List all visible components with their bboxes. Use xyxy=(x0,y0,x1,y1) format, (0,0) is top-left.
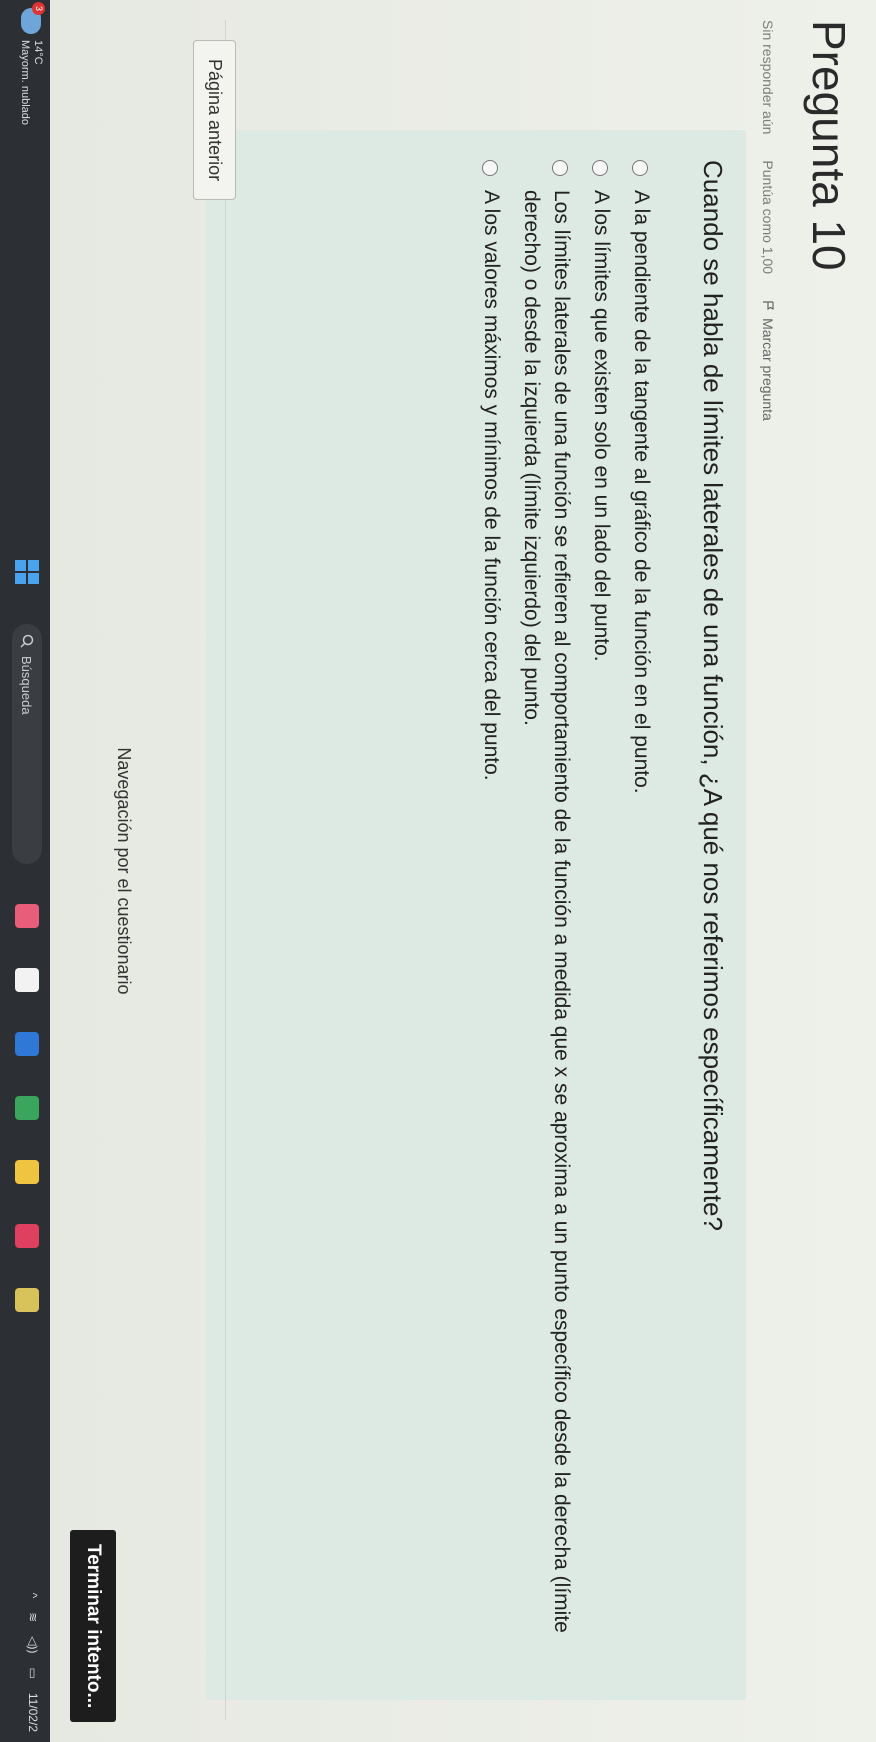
answer-option[interactable]: A la pendiente de la tangente al gráfico… xyxy=(626,160,656,1670)
file-explorer-icon[interactable] xyxy=(15,1160,39,1184)
app-icon[interactable] xyxy=(15,1032,39,1056)
weather-description: Mayorm. nublado xyxy=(19,40,31,125)
task-view-icon[interactable] xyxy=(15,968,39,992)
taskbar-search[interactable]: Búsqueda xyxy=(12,624,42,864)
answer-option-label: A los valores máximos y mínimos de la fu… xyxy=(480,190,503,781)
question-score: Puntúa como 1,00 xyxy=(760,160,776,275)
question-meta: Sin responder aún Puntúa como 1,00 Marca… xyxy=(760,20,776,421)
edge-icon[interactable] xyxy=(15,1096,39,1120)
flag-label: Marcar pregunta xyxy=(760,318,776,421)
flag-icon xyxy=(763,301,774,311)
radio-button[interactable] xyxy=(632,160,648,176)
windows-start-icon[interactable] xyxy=(15,560,39,584)
taskbar: 3 14°C Mayorm. nublado Búsqueda ^ ≋ ◁)) … xyxy=(0,0,50,1742)
search-placeholder: Búsqueda xyxy=(19,656,35,715)
notification-badge: 3 xyxy=(32,2,45,15)
flowers-widget-icon[interactable] xyxy=(15,904,39,928)
system-tray: ^ ≋ ◁)) ▭ 11/02/2 xyxy=(26,1593,40,1732)
search-icon xyxy=(20,634,34,648)
divider xyxy=(225,20,226,1720)
screen: Pregunta 10 Sin responder aún Puntúa com… xyxy=(0,0,876,1742)
flag-question-link[interactable]: Marcar pregunta xyxy=(760,300,776,421)
quiz-page: Pregunta 10 Sin responder aún Puntúa com… xyxy=(50,0,876,1742)
answer-option-label: A la pendiente de la tangente al gráfico… xyxy=(630,190,653,794)
radio-button[interactable] xyxy=(552,160,568,176)
answer-option[interactable]: Los límites laterales de una función se … xyxy=(516,160,576,1670)
cloud-icon: 3 xyxy=(21,2,45,34)
prev-page-button[interactable]: Página anterior xyxy=(193,40,236,201)
clock-date: 11/02/2 xyxy=(26,1692,40,1732)
weather-widget[interactable]: 3 14°C Mayorm. nublado xyxy=(18,2,45,125)
answer-option-label: Los límites laterales de una función se … xyxy=(520,190,573,1633)
app-icon[interactable] xyxy=(15,1224,39,1248)
question-box: Cuando se habla de límites laterales de … xyxy=(206,130,746,1700)
taskbar-apps: Búsqueda xyxy=(12,560,42,1312)
answer-options: A la pendiente de la tangente al gráfico… xyxy=(466,160,656,1670)
photo-frame: Pregunta 10 Sin responder aún Puntúa com… xyxy=(0,0,876,1742)
wifi-icon[interactable]: ≋ xyxy=(26,1612,40,1622)
chevron-up-icon[interactable]: ^ xyxy=(26,1593,40,1599)
question-status: Sin responder aún xyxy=(760,20,776,135)
finish-attempt-button[interactable]: Terminar intento... xyxy=(70,1530,116,1723)
answer-option[interactable]: A los valores máximos y mínimos de la fu… xyxy=(476,160,506,1670)
volume-icon[interactable]: ◁)) xyxy=(26,1636,40,1653)
chrome-icon[interactable] xyxy=(15,1288,39,1312)
question-text: Cuando se habla de límites laterales de … xyxy=(698,160,728,1231)
radio-button[interactable] xyxy=(592,160,608,176)
quiz-navigation-label: Navegación por el cuestionario xyxy=(114,747,134,995)
question-title: Pregunta 10 xyxy=(803,20,855,271)
answer-option-label: A los límites que existen solo en un lad… xyxy=(590,190,613,662)
answer-option[interactable]: A los límites que existen solo en un lad… xyxy=(586,160,616,1670)
battery-icon[interactable]: ▭ xyxy=(26,1668,40,1679)
temperature: 14°C xyxy=(32,40,44,65)
radio-button[interactable] xyxy=(482,160,498,176)
